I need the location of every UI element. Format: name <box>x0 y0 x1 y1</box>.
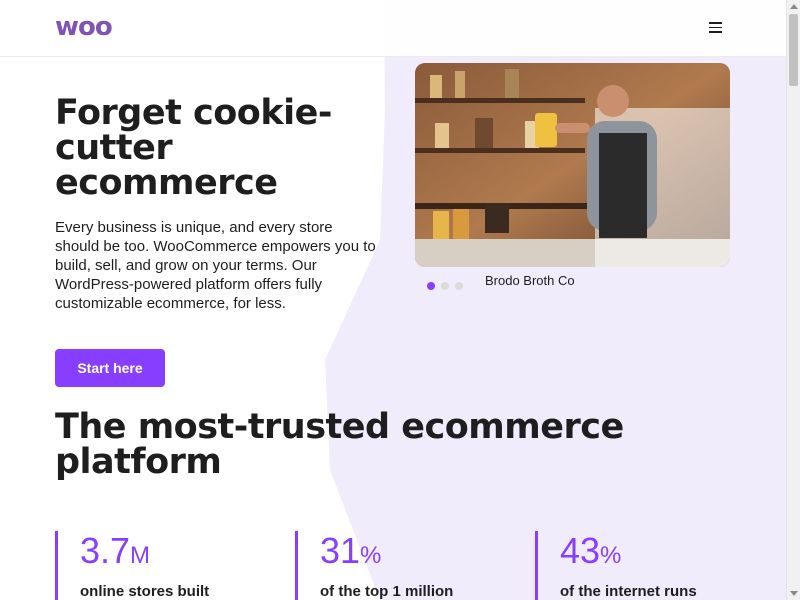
stat-value: 3.7M <box>80 531 209 576</box>
stat-unit: % <box>360 542 382 569</box>
site-header: woo <box>0 0 786 57</box>
woo-logo[interactable]: woo <box>55 14 113 40</box>
carousel-caption: Brodo Broth Co <box>485 273 575 288</box>
start-here-button[interactable]: Start here <box>55 349 165 387</box>
scroll-down-arrow-icon[interactable] <box>790 591 798 596</box>
section-title: The most-trusted ecommerce platform <box>55 407 624 482</box>
stat-card-top-million: 31% of the top 1 million <box>295 531 453 600</box>
shop-photo-illustration <box>415 63 730 267</box>
stat-unit: % <box>600 542 622 569</box>
carousel-dot-2[interactable] <box>441 282 449 290</box>
vertical-scrollbar[interactable] <box>786 0 800 600</box>
stat-number: 31 <box>320 530 361 571</box>
stat-label: online stores built <box>80 583 210 600</box>
stat-unit: M <box>130 542 151 569</box>
stat-number: 3.7 <box>80 530 131 571</box>
stat-value: 31% <box>320 531 453 576</box>
stat-card-internet: 43% of the internet runs <box>535 531 697 600</box>
carousel-pagination <box>427 277 469 290</box>
hamburger-menu-icon[interactable] <box>709 22 722 33</box>
stat-label: of the top 1 million <box>320 583 454 600</box>
hero-description: Every business is unique, and every stor… <box>55 219 376 312</box>
hero-carousel-image <box>415 63 730 267</box>
stat-label: of the internet runs <box>560 583 697 600</box>
stat-value: 43% <box>560 531 697 576</box>
carousel-dot-3[interactable] <box>455 282 463 290</box>
stat-number: 43 <box>560 530 601 571</box>
page: woo Forget cookie-cutter ecommerce Every… <box>0 0 786 600</box>
scroll-up-arrow-icon[interactable] <box>790 4 798 9</box>
hero-title: Forget cookie-cutter ecommerce <box>55 93 332 203</box>
carousel-dot-1[interactable] <box>427 282 435 290</box>
scrollbar-thumb[interactable] <box>789 14 798 86</box>
stat-card-stores: 3.7M online stores built <box>55 531 209 600</box>
